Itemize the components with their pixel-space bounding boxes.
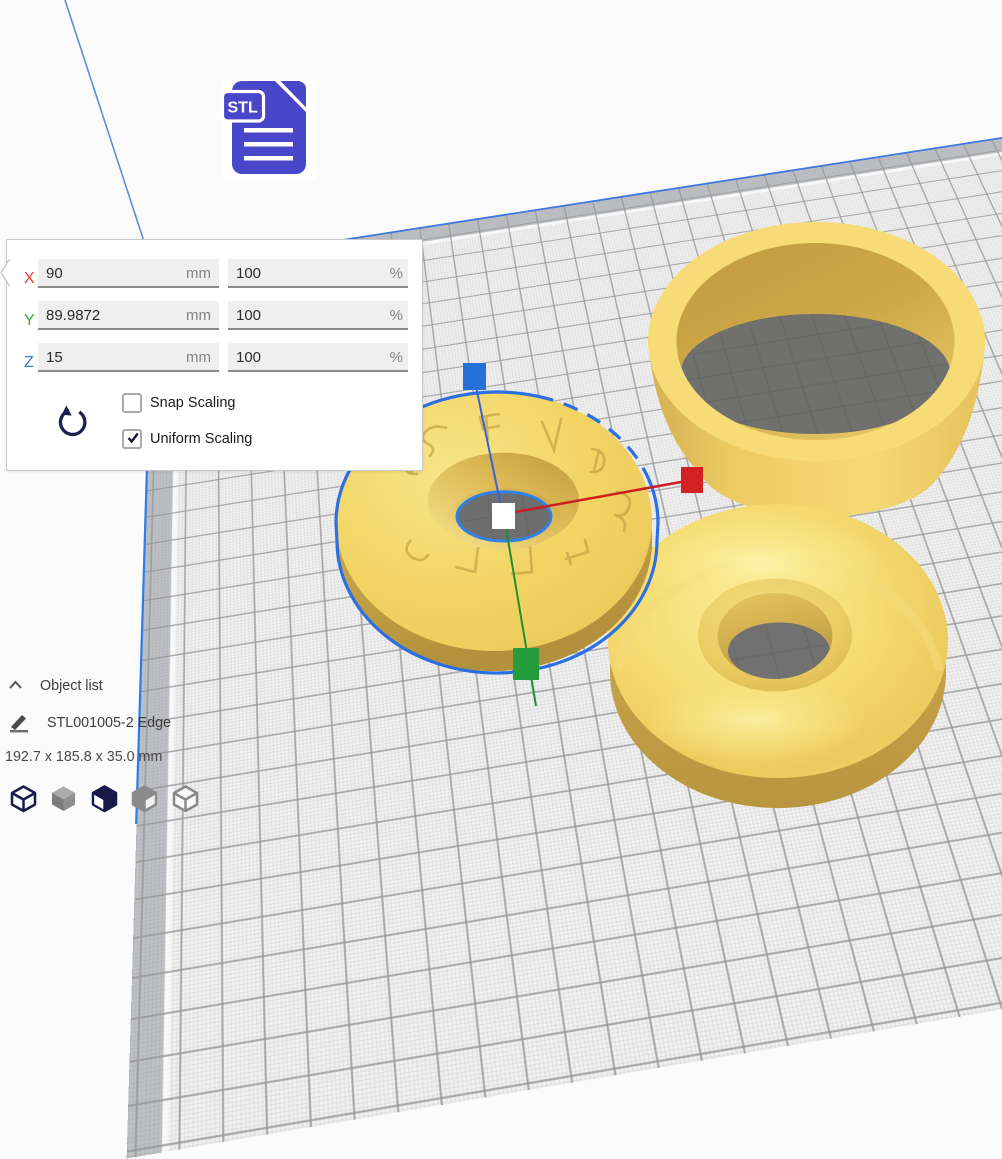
svg-text:STL: STL [228,100,258,117]
